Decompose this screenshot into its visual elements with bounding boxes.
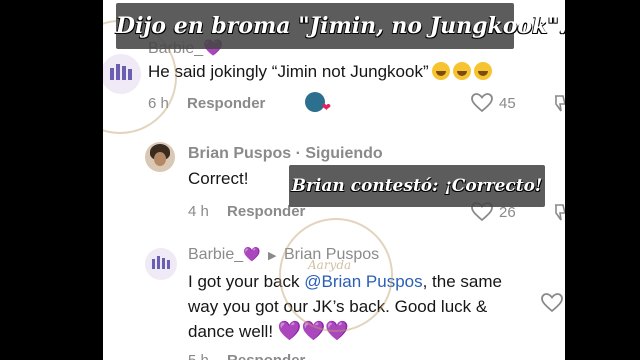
heart-badge-icon: ❤: [321, 102, 331, 114]
comment-text-content: He said jokingly “Jimin not Jungkook”: [148, 62, 429, 81]
creator-liked-avatar: ❤: [305, 92, 331, 114]
comment-meta: 5 h Responder: [188, 352, 305, 360]
comment-text-line1-post: , the same: [422, 272, 502, 291]
following-label: · Siguiendo: [295, 145, 383, 162]
purple-heart-icon: 💜: [243, 246, 261, 262]
watermark-ring: [279, 218, 393, 332]
grinning-emoji-icon: [473, 62, 492, 80]
avatar-brian[interactable]: [145, 142, 175, 172]
avatar-logo-icon: [152, 256, 170, 269]
comment-username[interactable]: Barbie_: [188, 246, 243, 263]
like-count: 45: [499, 94, 516, 112]
heart-outline-icon[interactable]: [471, 93, 493, 113]
caption-text: Dijo en broma "Jimin, no Jungkook".: [116, 13, 567, 39]
caption-overlay-top: Dijo en broma "Jimin, no Jungkook".: [116, 3, 566, 49]
avatar-barbie[interactable]: [145, 248, 177, 280]
comment-time: 4 h: [188, 203, 209, 220]
reply-button[interactable]: Responder: [227, 352, 305, 360]
heart-outline-icon[interactable]: [541, 293, 563, 313]
like-control[interactable]: 45: [471, 93, 516, 113]
caption-overlay-mid: Brian contestó: ¡Correcto!: [289, 165, 545, 207]
comment-meta: 4 h Responder: [188, 203, 305, 220]
thumbs-down-outline-icon[interactable]: [553, 94, 565, 114]
comment-text: He said jokingly “Jimin not Jungkook”: [148, 60, 492, 84]
thumbs-down-outline-icon[interactable]: [553, 203, 565, 223]
grinning-emoji-icon: [452, 62, 471, 80]
watermark-text: Aaryda: [308, 258, 352, 272]
comment-username-row: Brian Puspos · Siguiendo: [188, 145, 383, 163]
comment-text-line3-content: dance well!: [188, 322, 274, 341]
comment-text: Correct!: [188, 169, 249, 188]
comment-username[interactable]: Brian Puspos: [188, 145, 291, 162]
caption-text: Brian contestó: ¡Correcto!: [291, 176, 543, 196]
comment-time: 5 h: [188, 352, 209, 360]
avatar-face: [154, 152, 166, 166]
reply-button[interactable]: Responder: [187, 95, 265, 112]
grinning-emoji-icon: [431, 62, 450, 80]
reply-arrow-icon: ▶: [268, 250, 277, 262]
